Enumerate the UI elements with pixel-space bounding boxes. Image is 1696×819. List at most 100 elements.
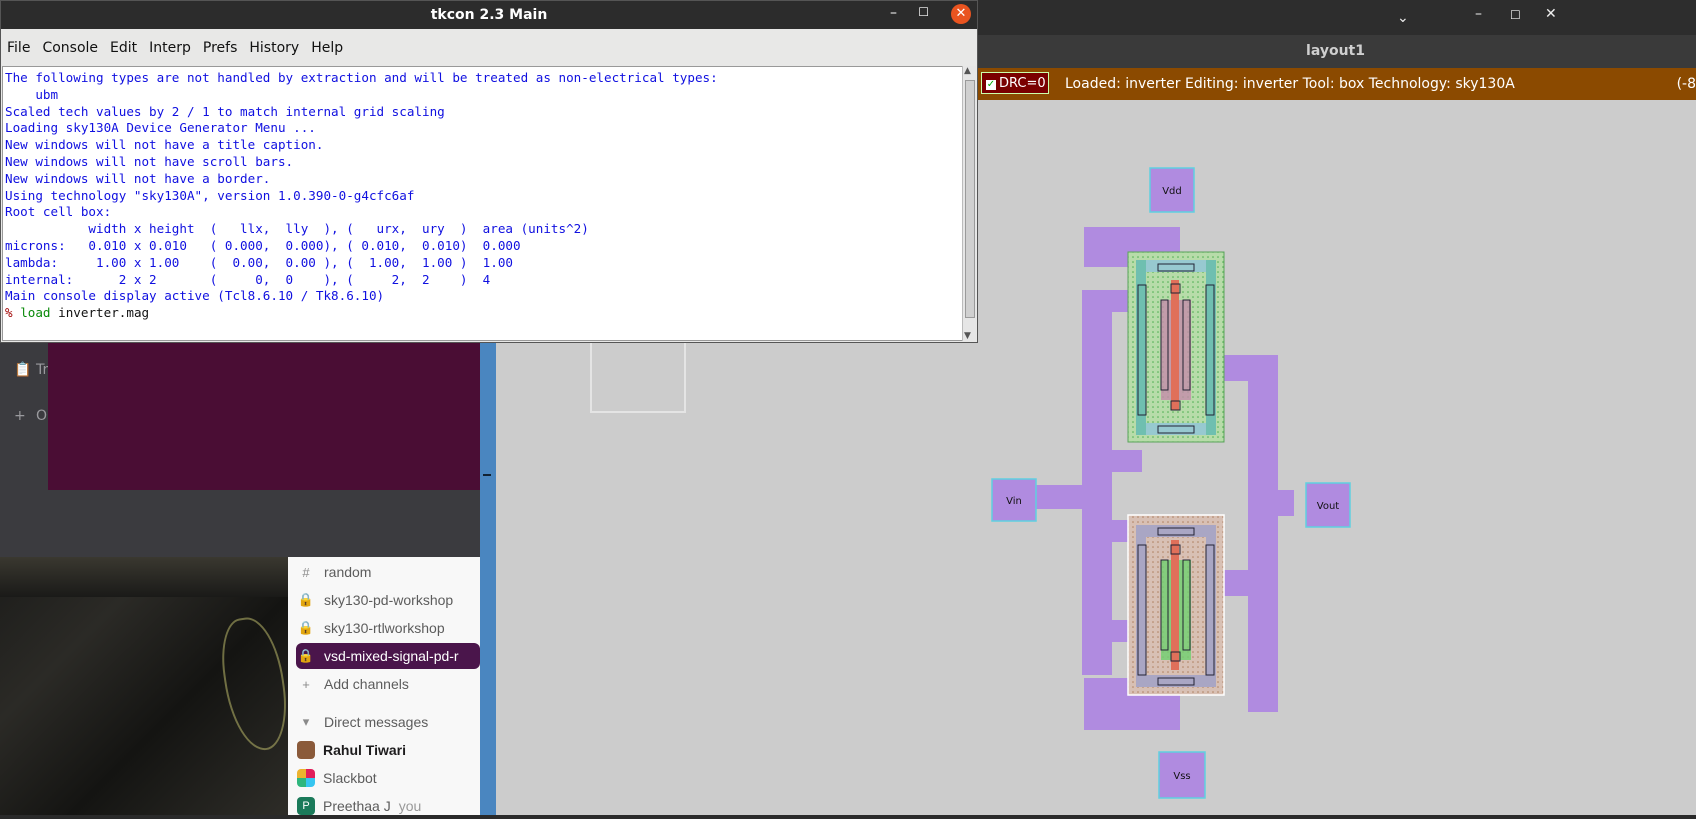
console-line: Main console display active (Tcl8.6.10 /… bbox=[5, 288, 385, 304]
dm-header-label: Direct messages bbox=[324, 714, 429, 730]
pin-vout[interactable]: Vout bbox=[1305, 482, 1351, 528]
console-line: The following types are not handled by e… bbox=[5, 70, 718, 85]
slack-partial-label-1: Tr bbox=[36, 362, 49, 378]
channel-random[interactable]: # random bbox=[296, 559, 480, 585]
menu-prefs[interactable]: Prefs bbox=[203, 40, 237, 56]
console-scrollbar[interactable]: ▲ ▼ bbox=[962, 66, 976, 341]
channel-label: sky130-rtlworkshop bbox=[324, 620, 445, 636]
drc-label: DRC=0 bbox=[999, 76, 1046, 91]
prompt-argument: inverter.mag bbox=[58, 305, 150, 321]
coordinate-readout: (-8 bbox=[1676, 76, 1696, 92]
pin-vin-label: Vin bbox=[1006, 496, 1022, 507]
pin-vdd[interactable]: Vdd bbox=[1149, 167, 1195, 213]
dm-label: Rahul Tiwari bbox=[323, 742, 406, 758]
tkcon-menubar: File Console Edit Interp Prefs History H… bbox=[1, 33, 977, 63]
channel-sky130-pd-workshop[interactable]: 🔒 sky130-pd-workshop bbox=[296, 587, 480, 613]
check-icon: ✓ bbox=[986, 79, 996, 90]
scroll-down-icon[interactable]: ▼ bbox=[964, 331, 971, 341]
lock-icon: 🔒 bbox=[297, 648, 315, 663]
slack-purple-panel bbox=[48, 340, 480, 490]
minimize-icon[interactable]: – bbox=[890, 5, 897, 21]
prompt-command: load bbox=[20, 305, 51, 321]
lock-icon: 🔒 bbox=[297, 592, 315, 607]
console-line: ubm bbox=[5, 86, 59, 102]
status-text: Loaded: inverter Editing: inverter Tool:… bbox=[1065, 76, 1515, 92]
faint-box bbox=[590, 339, 686, 413]
channel-label: random bbox=[324, 564, 372, 580]
prompt-symbol: % bbox=[5, 305, 13, 321]
maximize-icon[interactable]: ☐ bbox=[1510, 8, 1521, 22]
console-line: New windows will not have scroll bars. bbox=[5, 153, 294, 169]
channel-vsd-mixed-signal[interactable]: 🔒 vsd-mixed-signal-pd-r bbox=[296, 643, 480, 669]
desktop-wallpaper bbox=[0, 557, 294, 815]
wallpaper-light bbox=[0, 557, 290, 597]
metal-vout-stub bbox=[1248, 490, 1294, 516]
console-line: internal: 2 x 2 ( 0, 0 ), ( 2, 2 ) 4 bbox=[5, 271, 491, 287]
add-channels-label: Add channels bbox=[324, 676, 409, 692]
metal-left-vertical bbox=[1082, 290, 1112, 675]
pin-vin[interactable]: Vin bbox=[991, 478, 1037, 522]
scroll-thumb[interactable] bbox=[965, 80, 975, 318]
menu-help[interactable]: Help bbox=[311, 40, 343, 56]
pin-vdd-label: Vdd bbox=[1162, 186, 1182, 197]
dm-preethaa-j[interactable]: P Preethaa J you bbox=[296, 793, 480, 819]
channel-sky130-rtlworkshop[interactable]: 🔒 sky130-rtlworkshop bbox=[296, 615, 480, 641]
dm-rahul-tiwari[interactable]: Rahul Tiwari bbox=[296, 737, 480, 763]
pin-vss-label: Vss bbox=[1173, 771, 1190, 782]
pmos-transistor[interactable] bbox=[1127, 251, 1225, 443]
magic-layout-title: layout1 bbox=[975, 35, 1696, 68]
hash-icon: # bbox=[302, 564, 310, 580]
console-line: Scaled tech values by 2 / 1 to match int… bbox=[5, 103, 445, 119]
console-line: microns: 0.010 x 0.010 ( 0.000, 0.000), … bbox=[5, 237, 521, 253]
avatar: P bbox=[297, 797, 315, 815]
dm-slackbot[interactable]: Slackbot bbox=[296, 765, 480, 791]
console-line: Loading sky130A Device Generator Menu ..… bbox=[5, 120, 316, 136]
scroll-up-icon[interactable]: ▲ bbox=[964, 66, 971, 76]
slack-plus-icon[interactable]: + bbox=[14, 408, 26, 424]
lock-icon: 🔒 bbox=[297, 620, 315, 635]
slack-partial-label-2: O bbox=[36, 408, 48, 424]
avatar bbox=[297, 741, 315, 759]
wallpaper-graffiti bbox=[215, 613, 294, 755]
tkcon-title: tkcon 2.3 Main bbox=[430, 7, 548, 23]
pin-vss[interactable]: Vss bbox=[1158, 751, 1206, 799]
tkcon-titlebar: tkcon 2.3 Main bbox=[1, 1, 977, 29]
plus-icon: + bbox=[302, 676, 310, 692]
magic-window-titlebar: ⌄ – ☐ ✕ bbox=[975, 0, 1696, 35]
channel-label: vsd-mixed-signal-pd-r bbox=[324, 648, 459, 664]
menu-history[interactable]: History bbox=[249, 40, 299, 56]
slack-clipboard-icon: 📋 bbox=[14, 362, 32, 378]
close-icon[interactable]: ✕ bbox=[951, 4, 971, 24]
console-line: width x height ( llx, lly ), ( urx, ury … bbox=[5, 221, 589, 237]
console-line: lambda: 1.00 x 1.00 ( 0.00, 0.00 ), ( 1.… bbox=[5, 254, 513, 270]
slack-sidebar: # random 🔒 sky130-pd-workshop 🔒 sky130-r… bbox=[288, 557, 480, 815]
slackbot-avatar bbox=[297, 769, 315, 787]
direct-messages-header[interactable]: ▾ Direct messages bbox=[296, 709, 480, 735]
dm-you-suffix: you bbox=[398, 798, 422, 814]
console-line: Root cell box: bbox=[5, 204, 112, 220]
dm-label: Slackbot bbox=[323, 770, 377, 786]
console-line: New windows will not have a border. bbox=[5, 170, 271, 186]
menu-edit[interactable]: Edit bbox=[110, 40, 137, 56]
minimize-icon[interactable]: – bbox=[1475, 6, 1482, 22]
close-icon[interactable]: ✕ bbox=[1545, 6, 1557, 22]
nmos-transistor[interactable] bbox=[1127, 514, 1225, 696]
console-line: Using technology "sky130A", version 1.0.… bbox=[5, 187, 415, 203]
console-prompt-line[interactable]: % load inverter.mag bbox=[5, 305, 963, 322]
tkcon-console[interactable]: The following types are not handled by e… bbox=[2, 66, 964, 341]
add-channels-button[interactable]: + Add channels bbox=[296, 671, 480, 697]
menu-interp[interactable]: Interp bbox=[149, 40, 191, 56]
maximize-icon[interactable]: ☐ bbox=[918, 5, 929, 19]
scroll-marker bbox=[483, 474, 491, 476]
drc-indicator[interactable]: ✓ DRC=0 bbox=[981, 72, 1049, 94]
magic-status-bar: ✓ DRC=0 Loaded: inverter Editing: inverte… bbox=[975, 68, 1696, 100]
menu-console[interactable]: Console bbox=[42, 40, 98, 56]
dm-label: Preethaa J bbox=[323, 798, 391, 814]
metal-vin-stub bbox=[1033, 485, 1093, 509]
console-line: New windows will not have a title captio… bbox=[5, 137, 324, 153]
caret-down-icon: ▾ bbox=[302, 714, 310, 729]
menu-file[interactable]: File bbox=[7, 40, 30, 56]
chevron-down-icon[interactable]: ⌄ bbox=[1397, 10, 1409, 26]
pin-vout-label: Vout bbox=[1317, 501, 1340, 512]
magic-scrollbar[interactable] bbox=[480, 340, 496, 815]
